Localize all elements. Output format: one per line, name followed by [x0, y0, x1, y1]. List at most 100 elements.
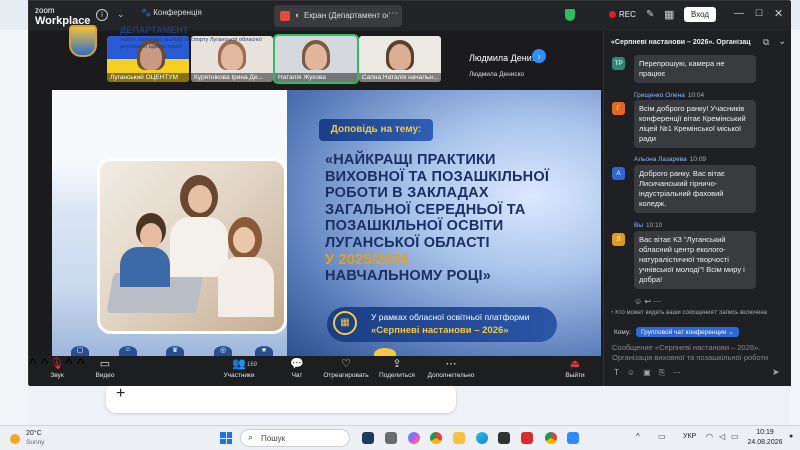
share-button[interactable]: ⇪ Поделиться: [377, 356, 417, 379]
notification-icon[interactable]: ●: [789, 433, 793, 440]
plus-icon[interactable]: +: [116, 385, 125, 403]
participant-name: Луганський ОЦЕНТУМ: [107, 73, 189, 82]
leave-button[interactable]: ⏏ Выйти: [563, 356, 587, 379]
participant-name: Наталія Жукова: [275, 73, 357, 82]
chat-label: Чат: [291, 372, 303, 379]
tab-shared-screen[interactable]: ◖ Екран (Департамент освіти ⋯: [274, 5, 402, 27]
app-icon-chrome[interactable]: [430, 432, 442, 444]
overflow-participant-name[interactable]: Людмила Дени...: [469, 53, 539, 63]
maximize-icon[interactable]: ☐: [755, 8, 763, 19]
photo-person-teacher-face: [188, 185, 212, 213]
more-icon[interactable]: ⋯: [673, 368, 689, 377]
presenter-badge-icon: [280, 11, 290, 21]
app-icon-explorer[interactable]: [453, 432, 465, 444]
volume-icon[interactable]: ◁: [719, 432, 725, 441]
chat-button[interactable]: 💬 Чат: [287, 356, 307, 379]
app-icon-acrobat[interactable]: [521, 432, 533, 444]
format-icon[interactable]: T: [614, 368, 627, 377]
photo-person-girl-face: [233, 227, 255, 253]
share-caret-icon[interactable]: ^: [77, 356, 85, 373]
zoom-window: zoom Workplace i ⌄ 🐾 Конференція ◖ Екран…: [28, 0, 791, 386]
shield-icon[interactable]: [565, 9, 575, 21]
photo-person-boy-face: [140, 223, 162, 249]
app-icon-camera[interactable]: [385, 432, 397, 444]
reaction-row: ☺ ↩ ⋯: [634, 297, 661, 306]
avatar: TP: [612, 57, 625, 70]
chat-sender: Альона Лазарева 10:09: [634, 156, 706, 163]
platform-line2: «Серпневі настанови – 2026»: [371, 325, 509, 336]
audio-caret-icon[interactable]: ^: [29, 356, 37, 373]
tab-conference-label: Конференція: [153, 8, 202, 17]
browser-input-box[interactable]: [106, 383, 456, 413]
next-page-icon[interactable]: ›: [532, 49, 546, 63]
weather-temp[interactable]: 20°C: [26, 430, 42, 437]
chat-notice-text: Кто может видеть ваши сообщения? Запись …: [615, 310, 767, 316]
participant-tile-active[interactable]: Наталія Жукова: [273, 34, 359, 84]
chevron-down-icon[interactable]: ⌄: [117, 9, 125, 20]
more-button[interactable]: ⋯ Дополнительно: [425, 356, 477, 379]
minimize-icon[interactable]: —: [734, 8, 744, 19]
clock-time[interactable]: 10:19: [750, 429, 780, 436]
app-icon-edge[interactable]: [476, 432, 488, 444]
tray-chevron-icon[interactable]: ^: [636, 432, 640, 441]
emoji-icon[interactable]: ☺: [634, 297, 642, 306]
taskbar-search[interactable]: ⌕ Пошук: [240, 429, 350, 447]
signin-button[interactable]: Вход: [684, 7, 717, 22]
sun-icon[interactable]: [10, 434, 20, 444]
more-options-icon[interactable]: ⋯: [388, 8, 398, 19]
tab-conference[interactable]: 🐾 Конференція: [141, 8, 202, 17]
avatar: Л: [612, 233, 625, 246]
chat-visibility-notice[interactable]: ◔ Кто может видеть ваши сообщения? Запис…: [610, 310, 790, 316]
more-icon[interactable]: ⋯: [653, 297, 661, 306]
send-icon[interactable]: ➤: [772, 367, 780, 378]
network-icon[interactable]: ▭: [658, 432, 666, 441]
photo-shirt-boy: [120, 247, 170, 287]
logo-top: zoom: [35, 6, 55, 15]
chat-collapse-icon[interactable]: ⌄: [778, 36, 786, 47]
gif-icon[interactable]: ▣: [643, 368, 659, 377]
chat-title: «Серпневі настанови – 2026». Організація…: [611, 39, 751, 46]
chat-recipient-select[interactable]: Групповой чат конференции ⌄: [636, 327, 739, 337]
participant-tile[interactable]: Сапна Наталія начальн...: [359, 36, 441, 82]
app-icon-zoom[interactable]: [567, 432, 579, 444]
app-icon-copilot[interactable]: [408, 432, 420, 444]
chat-message: Всім доброго ранку! Учасників конференці…: [634, 100, 756, 148]
zoom-logo: zoom Workplace: [35, 6, 90, 27]
popout-icon[interactable]: ⧉: [763, 37, 769, 48]
chat-message: Вас вітає КЗ "Луганський обласний центр …: [634, 231, 756, 289]
more-label: Дополнительно: [427, 372, 475, 379]
participant-name: Курятнікова Ірина Де...: [191, 73, 273, 82]
video-button[interactable]: ▭ Видео: [91, 356, 119, 379]
more-icon: ⋯: [445, 358, 457, 370]
app-icon-widgets[interactable]: [362, 432, 374, 444]
avatar: Г: [612, 102, 625, 115]
language-indicator[interactable]: УКР: [683, 433, 696, 440]
report-label: Доповідь на тему:: [319, 119, 433, 141]
annotate-icon[interactable]: ✎: [646, 9, 654, 20]
view-grid-icon[interactable]: ▦: [664, 8, 674, 21]
message-time: 10:10: [646, 222, 663, 229]
info-icon[interactable]: i: [96, 9, 108, 21]
recording-indicator[interactable]: REC: [609, 10, 636, 19]
sender-name: Вы: [634, 222, 644, 229]
headline-year: У 2025/2026: [325, 251, 409, 268]
screenshot-icon[interactable]: ⎘: [659, 368, 673, 377]
react-button[interactable]: ♡ Отреагировать: [321, 356, 371, 379]
record-dot-icon: [609, 11, 616, 18]
mic-muted-icon: 🎙: [50, 358, 64, 370]
leave-icon: ⏏: [569, 358, 581, 370]
clock-date[interactable]: 24.08.2026: [745, 439, 785, 446]
close-icon[interactable]: ✕: [774, 7, 783, 20]
app-icon-chrome-2[interactable]: [545, 432, 557, 444]
weather-desc[interactable]: Sunny: [26, 439, 44, 446]
battery-icon[interactable]: ▭: [731, 432, 739, 441]
audio-button[interactable]: 🎙 Звук: [45, 356, 69, 379]
wifi-icon[interactable]: ◠: [706, 432, 713, 441]
emoji-icon[interactable]: ☺: [627, 368, 643, 377]
chat-message-input[interactable]: Сообщение «Серпневі настанови – 2026». О…: [612, 343, 788, 363]
react-label: Отреагировать: [323, 372, 369, 379]
reply-icon[interactable]: ↩: [644, 297, 651, 306]
message-time: 10:04: [687, 92, 705, 99]
windows-start-icon[interactable]: [220, 432, 232, 444]
app-icon-store[interactable]: [498, 432, 510, 444]
